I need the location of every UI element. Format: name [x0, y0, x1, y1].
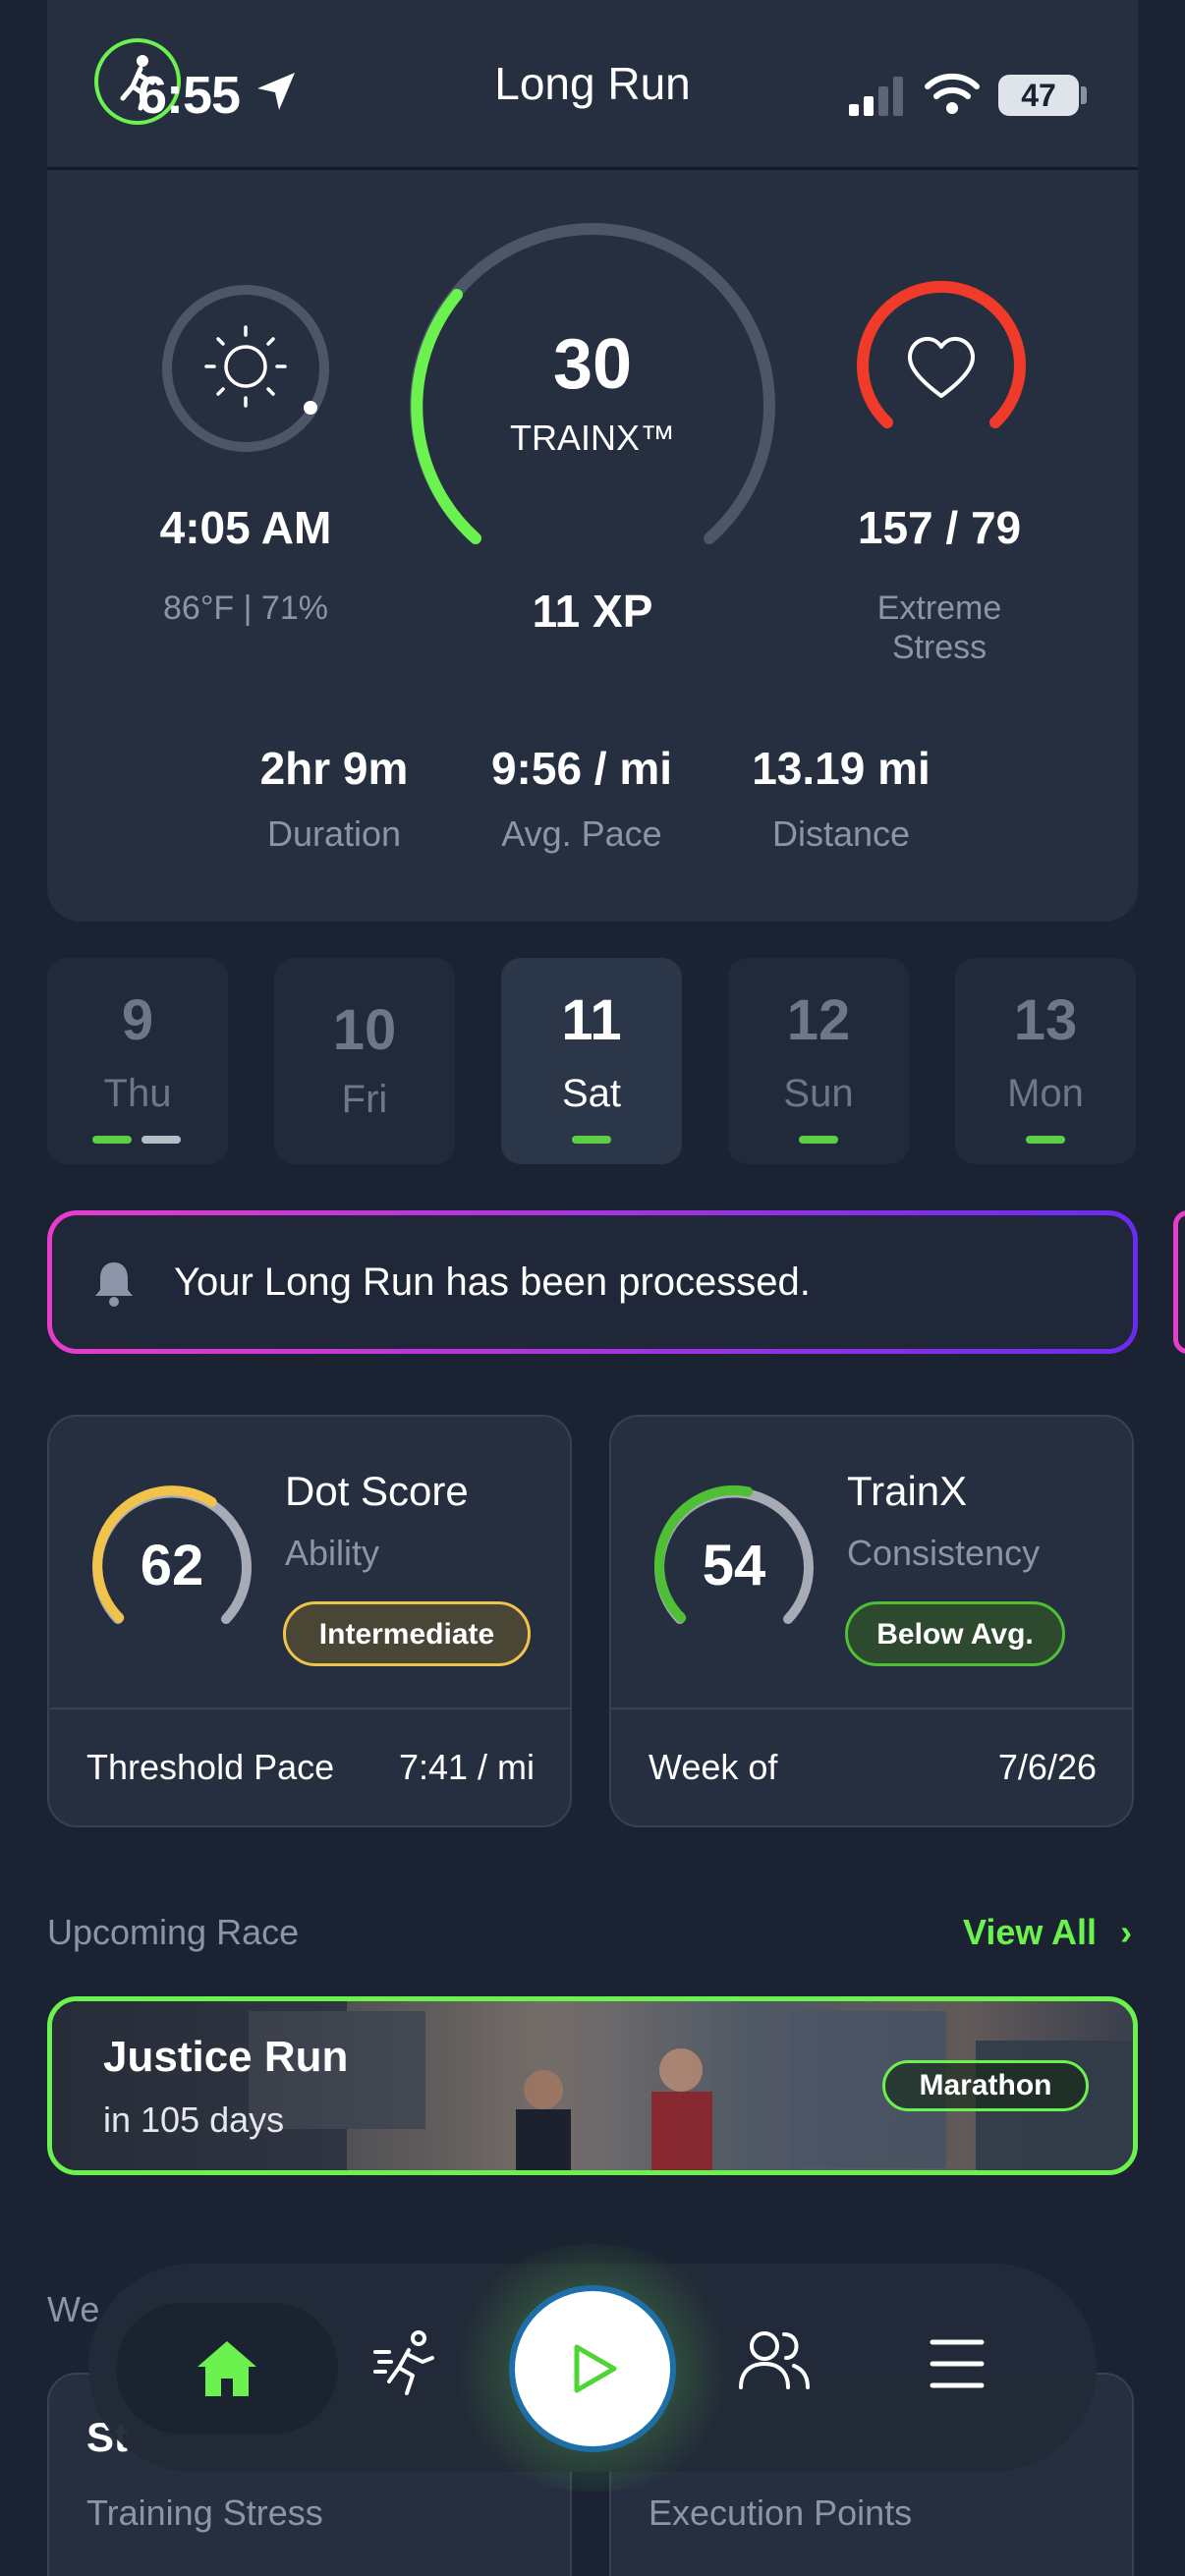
threshold-pace-label: Threshold Pace: [86, 1747, 335, 1787]
stat-pace-label: Avg. Pace: [501, 813, 662, 854]
score-xp: 11 XP: [532, 586, 653, 637]
heart-rate-value: 157 / 79: [857, 502, 1022, 553]
running-icon: [373, 2330, 434, 2395]
notification-text: Your Long Run has been processed.: [174, 1260, 811, 1304]
dot-score-subtitle: Ability: [285, 1533, 380, 1573]
dot-score-value: 62: [140, 1534, 204, 1597]
heart-gauge: [853, 280, 1030, 462]
header-divider: [47, 167, 1138, 170]
stat-duration-value: 2hr 9m: [259, 743, 409, 794]
sun-gauge: [157, 280, 334, 462]
training-stress-label: Training Stress: [86, 2492, 323, 2533]
stress-label-2: Stress: [891, 629, 988, 666]
trainx-badge: Below Avg.: [845, 1601, 1065, 1666]
week-of-label: Week of: [649, 1747, 778, 1787]
day-name: Sun: [783, 1072, 854, 1115]
sun-icon: [204, 325, 287, 408]
nav-run-button[interactable]: [373, 2328, 442, 2402]
trainx-subtitle: Consistency: [847, 1533, 1041, 1573]
card-divider: [611, 1708, 1132, 1709]
trainx-card[interactable]: 54 TrainX Consistency Below Avg. Week of…: [609, 1415, 1134, 1827]
weekly-section-label: We: [47, 2289, 100, 2329]
activity-bar: [572, 1136, 611, 1144]
week-of-value: 7/6/26: [997, 1747, 1097, 1787]
day-number: 9: [121, 988, 154, 1052]
summary-time: 4:05 AM: [159, 502, 332, 553]
race-countdown: in 105 days: [103, 2100, 285, 2140]
day-sun[interactable]: 12 Sun: [728, 958, 909, 1164]
activity-bar: [799, 1136, 838, 1144]
execution-points-label: Execution Points: [649, 2492, 913, 2533]
day-mon[interactable]: 13 Mon: [955, 958, 1136, 1164]
race-card[interactable]: Justice Run in 105 days Marathon: [47, 1996, 1138, 2175]
race-type-badge: Marathon: [882, 2060, 1089, 2111]
day-number: 10: [332, 998, 397, 1062]
home-icon: [198, 2341, 256, 2396]
trainx-score-value: 54: [702, 1534, 766, 1597]
day-number: 13: [1013, 988, 1078, 1052]
activity-bar: [141, 1136, 181, 1144]
view-all-link[interactable]: View All ›: [963, 1912, 1132, 1953]
activity-bar: [1026, 1136, 1065, 1144]
card-divider: [49, 1708, 570, 1709]
score-value: 30: [552, 325, 633, 404]
summary-weather: 86°F | 71%: [163, 589, 328, 627]
trainx-title: TrainX: [847, 1468, 968, 1514]
day-name: Fri: [341, 1078, 388, 1121]
activity-bar: [92, 1136, 132, 1144]
dot-score-title: Dot Score: [285, 1468, 469, 1514]
heart-icon: [907, 337, 976, 398]
battery-indicator: 47: [998, 75, 1079, 116]
stat-duration-label: Duration: [266, 813, 402, 854]
dot-score-badge: Intermediate: [283, 1601, 531, 1666]
day-thu[interactable]: 9 Thu: [47, 958, 228, 1164]
day-name: Thu: [103, 1072, 172, 1115]
notification-banner[interactable]: Your Long Run has been processed.: [47, 1210, 1138, 1354]
threshold-pace-value: 7:41 / mi: [398, 1747, 535, 1787]
wifi-icon: [924, 71, 981, 121]
signal-icon: [849, 77, 908, 121]
day-number: 11: [561, 988, 622, 1052]
nav-home-button[interactable]: [116, 2303, 338, 2435]
day-name: Sat: [561, 1072, 622, 1115]
dot-score-card[interactable]: 62 Dot Score Ability Intermediate Thresh…: [47, 1415, 572, 1827]
bell-icon: [91, 1259, 137, 1313]
stat-distance-value: 13.19 mi: [752, 743, 931, 794]
day-number: 12: [786, 988, 851, 1052]
nav-community-button[interactable]: [737, 2324, 812, 2398]
day-sat[interactable]: 11 Sat: [501, 958, 682, 1164]
day-name: Mon: [1007, 1072, 1084, 1115]
day-fri[interactable]: 10 Fri: [274, 958, 455, 1164]
chevron-right-icon: ›: [1120, 1912, 1133, 1952]
start-workout-button[interactable]: [509, 2285, 676, 2452]
nav-menu-button[interactable]: [930, 2338, 985, 2394]
stat-pace-value: 9:56 / mi: [490, 743, 673, 794]
battery-tip: [1081, 86, 1087, 104]
race-title: Justice Run: [103, 2033, 349, 2081]
stress-label-1: Extreme: [876, 589, 1002, 627]
users-icon: [739, 2331, 810, 2389]
play-icon: [574, 2344, 617, 2393]
next-notification-edge: [1173, 1210, 1185, 1354]
stat-distance-label: Distance: [771, 813, 911, 854]
upcoming-race-label: Upcoming Race: [47, 1912, 300, 1952]
menu-icon: [930, 2339, 985, 2388]
view-all-label: View All: [963, 1912, 1098, 1952]
score-label: TRAINX™: [509, 418, 675, 458]
